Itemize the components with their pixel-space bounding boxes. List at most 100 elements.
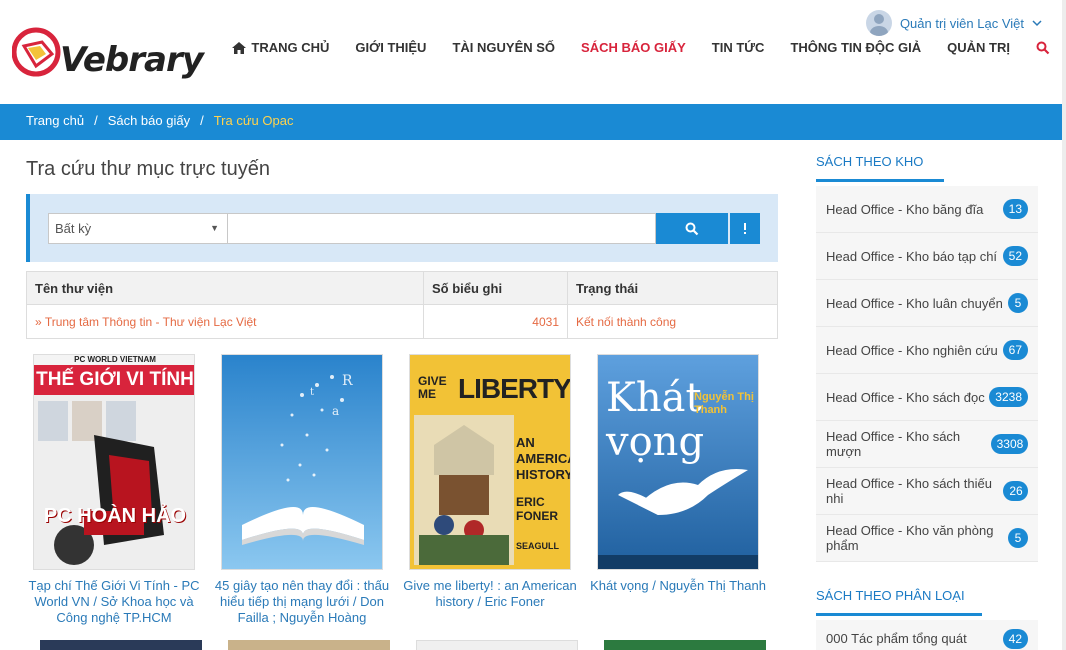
sidebar-item-storage[interactable]: Head Office - Kho nghiên cứu 67: [816, 327, 1038, 374]
nav-item-about[interactable]: GIỚI THIỆU: [355, 40, 426, 55]
book-card[interactable]: Khát vọng Nguyễn Thị Thanh Khát vọng / N…: [590, 354, 766, 594]
nav-item-news[interactable]: TIN TỨC: [712, 40, 765, 55]
table-row: » Trung tâm Thông tin - Thư viện Lạc Việ…: [26, 304, 778, 339]
site-header: Vebrary Quản trị viên Lạc Việt TRANG CHỦ…: [0, 0, 1066, 104]
nav-item-reader-info[interactable]: THÔNG TIN ĐỘC GIẢ: [790, 40, 921, 55]
sidebar-item-label: Head Office - Kho sách mượn: [826, 429, 961, 459]
sidebar-title-classification: SÁCH THEO PHÂN LOẠI: [816, 574, 982, 616]
library-name-cell[interactable]: » Trung tâm Thông tin - Thư viện Lạc Việ…: [26, 304, 424, 339]
breadcrumb-print-books[interactable]: Sách báo giấy: [108, 113, 190, 131]
sidebar-item-storage[interactable]: Head Office - Kho sách mượn 3308: [816, 421, 1038, 468]
sidebar-item-storage[interactable]: Head Office - Kho sách đọc 3238: [816, 374, 1038, 421]
breadcrumb-separator: /: [94, 113, 98, 128]
count-badge: 5: [1008, 293, 1028, 313]
sidebar-item-label: Head Office - Kho băng đĩa: [826, 201, 984, 217]
count-badge: 5: [1008, 528, 1028, 548]
logo-book-icon: [12, 27, 61, 77]
cover-illustration: [414, 415, 514, 565]
count-badge: 26: [1003, 481, 1028, 501]
sidebar-item-label: Head Office - Kho sách đọc: [826, 389, 985, 405]
book-cover[interactable]: Khát vọng Nguyễn Thị Thanh: [597, 354, 759, 570]
home-icon: [232, 41, 247, 54]
sidebar: SÁCH THEO KHO Head Office - Kho băng đĩa…: [816, 140, 1038, 650]
more-vertical-icon: [744, 222, 746, 234]
main-nav: TRANG CHỦ GIỚI THIỆU TÀI NGUYÊN SỐ SÁCH …: [231, 40, 1050, 55]
search-input[interactable]: [228, 213, 656, 244]
sidebar-item-storage[interactable]: Head Office - Kho băng đĩa 13: [816, 186, 1038, 233]
book-title[interactable]: Give me liberty! : an American history /…: [402, 578, 578, 610]
book-card[interactable]: PC WORLD VIETNAM THẾ GIỚI VI TÍNH PC HOÀ…: [26, 354, 202, 626]
search-field-select-value: Bất kỳ: [55, 221, 92, 236]
cover-illustration: [34, 395, 194, 569]
nav-item-admin[interactable]: QUẢN TRỊ: [947, 40, 1010, 55]
cover-author: Nguyễn Thị Thanh: [694, 391, 754, 416]
book-cover[interactable]: GIVE ME LIBERTY! AN AMERICAN HISTORY ERI…: [409, 354, 571, 570]
sidebar-item-label: Head Office - Kho nghiên cứu: [826, 342, 998, 358]
breadcrumb-current: Tra cứu Opac: [213, 113, 294, 128]
cover-author: ERIC FONER: [516, 495, 558, 523]
sidebar-item-label: Head Office - Kho báo tạp chí: [826, 248, 998, 264]
sidebar-item-label: Head Office - Kho sách thiếu nhi: [826, 476, 992, 506]
cover-title-line2: vọng: [606, 419, 705, 465]
caret-down-icon: ▼: [210, 223, 219, 233]
cover-headline: PC HOÀN HẢO: [43, 505, 187, 527]
svg-text:t: t: [310, 387, 314, 398]
col-header-records: Số biểu ghi: [423, 271, 568, 305]
user-name: Quản trị viên Lạc Việt: [899, 15, 1024, 31]
col-header-library: Tên thư viện: [26, 271, 424, 305]
avatar: [865, 10, 892, 36]
sidebar-item-classification[interactable]: 000 Tác phẩm tổng quát 42: [816, 620, 1038, 650]
book-title[interactable]: Tạp chí Thế Giới Vi Tính - PC World VN /…: [26, 578, 202, 626]
count-badge: 67: [1002, 340, 1028, 360]
cover-subtitle: AN AMERICAN HISTORY: [516, 435, 571, 482]
double-chevron-right-icon: »: [35, 314, 42, 329]
vebrary-logo[interactable]: Vebrary: [12, 26, 204, 86]
book-title[interactable]: 45 giây tạo nên thay đổi : thấu hiểu tiế…: [214, 578, 390, 626]
user-menu[interactable]: Quản trị viên Lạc Việt: [865, 10, 1042, 36]
book-cover-partial[interactable]: [416, 640, 578, 650]
cover-title-small: GIVE ME: [418, 374, 447, 401]
count-badge: 42: [1002, 628, 1028, 649]
window-edge: [1062, 0, 1066, 650]
search-icon[interactable]: [1036, 41, 1050, 55]
breadcrumb-separator: /: [200, 113, 204, 128]
sidebar-item-storage[interactable]: Head Office - Kho luân chuyển 5: [816, 280, 1038, 327]
chevron-down-icon: [1032, 20, 1042, 27]
count-badge: 3308: [990, 434, 1028, 454]
advanced-search-button[interactable]: [730, 213, 760, 244]
count-badge: 3238: [989, 387, 1028, 407]
book-cover-partial[interactable]: [228, 640, 390, 650]
svg-text:a: a: [332, 404, 339, 418]
book-cover[interactable]: PC WORLD VIETNAM THẾ GIỚI VI TÍNH PC HOÀ…: [33, 354, 195, 570]
book-cover-partial[interactable]: [604, 640, 766, 650]
sidebar-item-storage[interactable]: Head Office - Kho báo tạp chí 52: [816, 233, 1038, 280]
connection-status: Kết nối thành công: [567, 304, 778, 339]
count-badge: 52: [1002, 246, 1028, 266]
book-card[interactable]: a t R 45 giây tạo nên thay đổi : thấu hi…: [214, 354, 390, 626]
book-title[interactable]: Khát vọng / Nguyễn Thị Thanh: [590, 578, 766, 594]
record-count: 4031: [423, 304, 568, 339]
sidebar-item-storage[interactable]: Head Office - Kho sách thiếu nhi 26: [816, 468, 1038, 515]
search-field-select[interactable]: Bất kỳ ▼: [48, 213, 228, 244]
book-cover-partial[interactable]: [40, 640, 202, 650]
book-cover[interactable]: a t R: [221, 354, 383, 570]
breadcrumb-home[interactable]: Trang chủ: [26, 113, 84, 131]
book-grid: PC WORLD VIETNAM THẾ GIỚI VI TÍNH PC HOÀ…: [26, 352, 786, 650]
nav-item-print-books[interactable]: SÁCH BÁO GIẤY: [581, 40, 686, 55]
sidebar-item-label: 000 Tác phẩm tổng quát: [826, 631, 967, 646]
breadcrumb: Trang chủ / Sách báo giấy / Tra cứu Opac: [0, 104, 1062, 140]
search-button[interactable]: [656, 213, 728, 244]
count-badge: 13: [1002, 199, 1028, 219]
svg-text:R: R: [342, 373, 353, 389]
cover-publisher: SEAGULL: [516, 541, 560, 551]
library-table: Tên thư viện Số biểu ghi Trạng thái » Tr…: [26, 271, 778, 339]
cover-title-large: LIBERTY!: [458, 373, 571, 404]
cover-masthead: THẾ GIỚI VI TÍNH: [34, 365, 194, 395]
nav-label-home: TRANG CHỦ: [251, 40, 330, 55]
nav-item-digital-resources[interactable]: TÀI NGUYÊN SỐ: [452, 40, 555, 55]
sidebar-item-storage[interactable]: Head Office - Kho văn phòng phẩm 5: [816, 515, 1038, 562]
book-card[interactable]: GIVE ME LIBERTY! AN AMERICAN HISTORY ERI…: [402, 354, 578, 610]
sidebar-item-label: Head Office - Kho văn phòng phẩm: [826, 523, 994, 553]
nav-item-home[interactable]: TRANG CHỦ: [231, 40, 329, 55]
library-name: Trung tâm Thông tin - Thư viện Lạc Việt: [44, 314, 257, 329]
